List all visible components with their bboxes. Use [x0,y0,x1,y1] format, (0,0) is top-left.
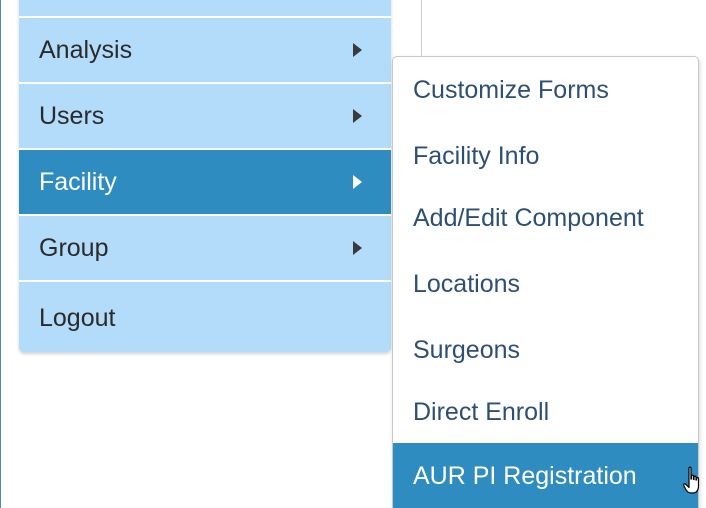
submenu-item-label: Surgeons [413,336,521,364]
menu-item-group[interactable]: Group [19,216,391,282]
submenu-arrow-icon [353,241,362,255]
submenu-item-label: Add/Edit Component [413,204,644,232]
menu-item-label: Facility [39,168,117,196]
submenu-item-label: Facility Info [413,142,540,170]
submenu-item-label: Locations [413,270,521,298]
submenu-item-direct-enroll[interactable]: Direct Enroll [393,379,698,445]
main-menu: Analysis Users Facility Group Logout [19,0,391,352]
screen: Analysis Users Facility Group Logout Cus… [0,0,706,508]
window-left-border [0,0,1,508]
submenu-arrow-icon [353,175,362,189]
menu-item-analysis[interactable]: Analysis [19,18,391,84]
menu-item-users[interactable]: Users [19,84,391,150]
submenu-item-add-edit-component[interactable]: Add/Edit Component [393,185,698,251]
menu-item-label: Analysis [39,36,133,64]
submenu-item-label: Customize Forms [413,76,609,104]
facility-submenu: Customize Forms Facility Info Add/Edit C… [392,56,699,508]
menu-item-label: Logout [39,304,116,332]
submenu-arrow-icon [353,43,362,57]
menu-item-label: Group [39,234,109,262]
menu-item-facility[interactable]: Facility [19,150,391,216]
submenu-item-label: Direct Enroll [413,398,550,426]
submenu-item-locations[interactable]: Locations [393,251,698,317]
submenu-item-label: AUR PI Registration [413,462,637,490]
menu-item-label: Users [39,102,105,130]
menu-item-hidden-top[interactable] [19,0,391,18]
submenu-item-customize-forms[interactable]: Customize Forms [393,57,698,123]
hand-pointer-icon [683,466,700,494]
menu-item-logout[interactable]: Logout [19,282,391,352]
submenu-item-surgeons[interactable]: Surgeons [393,317,698,383]
background-divider [421,0,422,58]
submenu-item-aur-pi-registration[interactable]: AUR PI Registration [393,443,698,508]
submenu-item-facility-info[interactable]: Facility Info [393,123,698,189]
submenu-arrow-icon [353,109,362,123]
